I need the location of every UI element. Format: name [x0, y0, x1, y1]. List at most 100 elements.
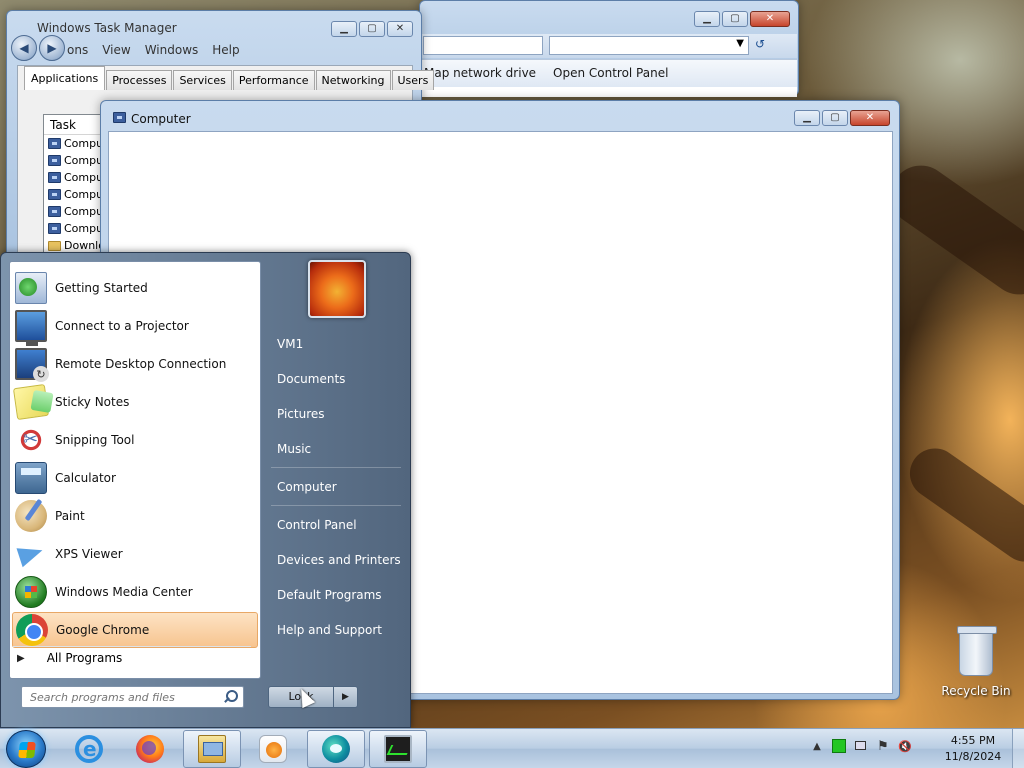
explorer-window-background[interactable]: ▁ ▢ ✕ ▼ ↺ Map network drive Open Control… — [419, 0, 799, 97]
start-button[interactable] — [6, 730, 46, 768]
user-picture-avatar[interactable] — [308, 260, 366, 318]
recycle-bin[interactable]: Recycle Bin — [940, 626, 1012, 698]
open-control-panel-button[interactable]: Open Control Panel — [553, 66, 668, 80]
start-menu: Getting Started Connect to a Projector R… — [0, 252, 411, 728]
refresh-icon[interactable]: ↺ — [755, 37, 765, 51]
program-snipping-tool[interactable]: Snipping Tool — [12, 422, 258, 458]
program-sticky-notes[interactable]: Sticky Notes — [12, 383, 258, 421]
program-label: XPS Viewer — [55, 547, 123, 561]
back-arrow-icon[interactable]: ◀ — [11, 35, 37, 61]
window-title: Computer — [131, 112, 191, 126]
taskbar-task-manager[interactable] — [369, 730, 427, 768]
back-forward-buttons: ◀ ▶ — [11, 35, 65, 61]
all-programs-button[interactable]: ▶ All Programs — [17, 651, 122, 665]
clock[interactable]: 4:55 PM 11/8/2024 — [940, 733, 1006, 765]
edge-icon — [322, 735, 350, 763]
right-pane-separator — [271, 467, 401, 468]
action-center-flag-icon[interactable] — [876, 739, 890, 753]
program-connect-to-projector[interactable]: Connect to a Projector — [12, 308, 258, 346]
windows-explorer-icon — [198, 735, 226, 763]
start-search-input[interactable] — [21, 686, 244, 708]
minimize-button[interactable]: ▁ — [331, 21, 357, 37]
link-pictures[interactable]: Pictures — [265, 399, 403, 429]
close-button[interactable]: ✕ — [387, 21, 413, 37]
explorer-search-box[interactable]: ▼ — [549, 36, 749, 55]
menu-help[interactable]: Help — [212, 43, 239, 57]
sticky-notes-icon — [12, 383, 50, 421]
close-button[interactable]: ✕ — [750, 11, 790, 27]
program-paint[interactable]: Paint — [12, 498, 258, 534]
taskbar-media-player[interactable] — [244, 730, 302, 768]
tab-networking[interactable]: Networking — [315, 70, 391, 90]
clock-time: 4:55 PM — [950, 734, 996, 747]
program-calculator[interactable]: Calculator — [12, 460, 258, 496]
recycle-bin-icon[interactable] — [957, 626, 997, 676]
maximize-button[interactable]: ▢ — [359, 21, 385, 37]
volume-muted-icon[interactable] — [898, 739, 912, 753]
taskbar: ▲ 4:55 PM 11/8/2024 — [0, 728, 1024, 768]
status-indicator-icon[interactable] — [832, 739, 846, 753]
computer-icon — [113, 112, 126, 123]
link-default-programs[interactable]: Default Programs — [265, 580, 403, 610]
menu-view[interactable]: View — [102, 43, 130, 57]
program-windows-media-center[interactable]: Windows Media Center — [12, 574, 258, 610]
tab-processes[interactable]: Processes — [106, 70, 173, 90]
taskbar-edge[interactable] — [307, 730, 365, 768]
link-control-panel[interactable]: Control Panel — [265, 510, 403, 540]
link-help-and-support[interactable]: Help and Support — [265, 615, 403, 645]
program-remote-desktop[interactable]: Remote Desktop Connection — [12, 346, 258, 382]
snipping-tool-icon — [15, 424, 47, 456]
link-user-folder[interactable]: VM1 — [265, 329, 403, 359]
explorer-content — [421, 87, 797, 97]
system-tray: ▲ — [810, 739, 912, 753]
task-manager-icon — [384, 735, 412, 763]
folder-icon — [48, 240, 61, 251]
program-label: Getting Started — [55, 281, 148, 295]
close-button[interactable]: ✕ — [850, 110, 890, 126]
calculator-icon — [15, 462, 47, 494]
wallpaper-shape — [879, 153, 1024, 307]
taskbar-windows-explorer[interactable] — [183, 730, 241, 768]
paint-icon — [15, 500, 47, 532]
search-icon[interactable] — [223, 690, 238, 704]
menu-options[interactable]: ons — [67, 43, 88, 57]
program-google-chrome[interactable]: Google Chrome — [12, 612, 258, 648]
menu-windows[interactable]: Windows — [145, 43, 199, 57]
menu-bar: ons View Windows Help — [67, 43, 240, 57]
computer-icon — [48, 223, 61, 234]
tab-services[interactable]: Services — [173, 70, 232, 90]
shutdown-options-arrow-icon[interactable]: ▶ — [334, 686, 358, 708]
map-network-drive-button[interactable]: Map network drive — [424, 66, 536, 80]
taskbar-internet-explorer[interactable] — [60, 730, 118, 768]
computer-icon — [48, 172, 61, 183]
explorer-command-bar: Map network drive Open Control Panel — [421, 59, 797, 87]
recycle-bin-label[interactable]: Recycle Bin — [940, 684, 1012, 698]
minimize-button[interactable]: ▁ — [694, 11, 720, 27]
program-label: Snipping Tool — [55, 433, 135, 447]
link-computer[interactable]: Computer — [265, 472, 403, 502]
link-documents[interactable]: Documents — [265, 364, 403, 394]
network-icon[interactable] — [854, 739, 868, 753]
program-xps-viewer[interactable]: XPS Viewer — [12, 536, 258, 572]
taskbar-firefox[interactable] — [121, 730, 179, 768]
maximize-button[interactable]: ▢ — [722, 11, 748, 27]
dropdown-arrow-icon[interactable]: ▼ — [736, 38, 744, 49]
tab-applications[interactable]: Applications — [24, 66, 106, 90]
window-title: Windows Task Manager — [37, 21, 177, 35]
link-devices-and-printers[interactable]: Devices and Printers — [265, 545, 403, 575]
computer-caption-buttons: ▁ ▢ ✕ — [794, 110, 890, 126]
forward-arrow-icon[interactable]: ▶ — [39, 35, 65, 61]
show-desktop-button[interactable] — [1012, 729, 1024, 768]
tab-performance[interactable]: Performance — [232, 70, 315, 90]
task-name: Downlo — [64, 239, 105, 252]
tab-users[interactable]: Users — [391, 70, 435, 90]
program-label: Paint — [55, 509, 85, 523]
media-player-icon — [259, 735, 287, 763]
address-bar[interactable] — [423, 36, 543, 55]
computer-icon — [48, 206, 61, 217]
maximize-button[interactable]: ▢ — [822, 110, 848, 126]
show-hidden-icons-icon[interactable]: ▲ — [810, 739, 824, 753]
link-music[interactable]: Music — [265, 434, 403, 464]
minimize-button[interactable]: ▁ — [794, 110, 820, 126]
program-getting-started[interactable]: Getting Started — [12, 270, 258, 306]
